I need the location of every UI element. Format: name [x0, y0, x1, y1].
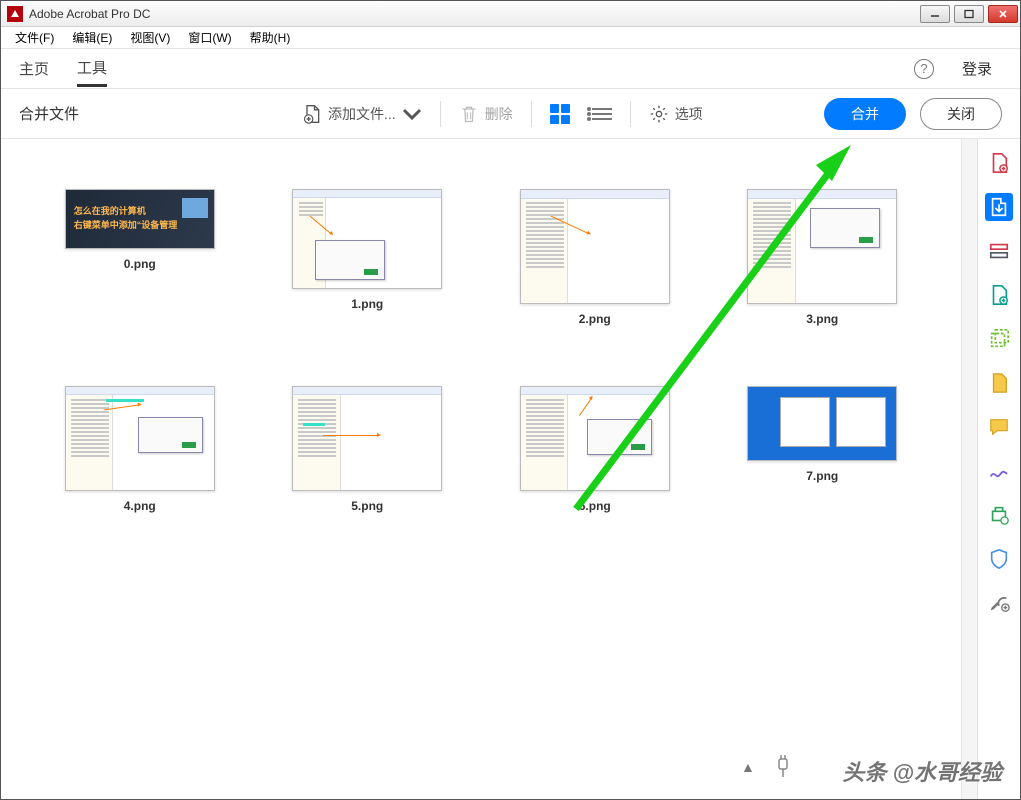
watermark: 头条 @水哥经验 — [842, 755, 1002, 787]
thumb0-text1: 怎么在我的计算机 — [74, 204, 146, 218]
file-label: 7.png — [806, 469, 838, 483]
help-icon[interactable]: ? — [914, 59, 934, 79]
tool-print-production[interactable] — [985, 501, 1013, 529]
thumbnails-pane: 怎么在我的计算机 右键菜单中添加“设备管理 0.png 1.png — [1, 139, 962, 799]
menu-view[interactable]: 视图(V) — [122, 27, 178, 48]
main-area: 怎么在我的计算机 右键菜单中添加“设备管理 0.png 1.png — [1, 139, 1020, 799]
menu-bar: 文件(F) 编辑(E) 视图(V) 窗口(W) 帮助(H) — [1, 27, 1020, 49]
login-button[interactable]: 登录 — [962, 58, 992, 79]
menu-help[interactable]: 帮助(H) — [242, 27, 299, 48]
window-title: Adobe Acrobat Pro DC — [29, 7, 150, 21]
cloud-status-icon: ▲ — [741, 759, 755, 775]
file-label: 2.png — [579, 312, 611, 326]
tool-pdf-standards[interactable] — [985, 369, 1013, 397]
file-label: 0.png — [124, 257, 156, 271]
file-label: 6.png — [579, 499, 611, 513]
chevron-down-icon — [402, 104, 422, 124]
menu-window[interactable]: 窗口(W) — [180, 27, 239, 48]
file-label: 3.png — [806, 312, 838, 326]
minimize-button[interactable] — [920, 5, 950, 23]
add-file-icon — [302, 104, 322, 124]
combine-toolbar: 合并文件 添加文件... 删除 选项 合并 关闭 — [1, 89, 1020, 139]
thumb0-text2: 右键菜单中添加“设备管理 — [74, 218, 178, 232]
maximize-button[interactable] — [954, 5, 984, 23]
close-button[interactable]: 关闭 — [920, 98, 1002, 130]
delete-button[interactable]: 删除 — [451, 98, 521, 130]
add-files-button[interactable]: 添加文件... — [294, 98, 430, 130]
tool-organize-pages[interactable] — [985, 237, 1013, 265]
list-view-button[interactable] — [578, 102, 620, 126]
file-thumb-6[interactable]: 6.png — [486, 386, 704, 513]
tool-edit-pdf[interactable] — [985, 325, 1013, 353]
tool-combine-files[interactable] — [985, 193, 1013, 221]
app-icon — [7, 6, 23, 22]
file-thumb-3[interactable]: 3.png — [714, 189, 932, 326]
gear-icon — [649, 104, 669, 124]
list-view-icon — [592, 108, 612, 120]
file-thumb-5[interactable]: 5.png — [259, 386, 477, 513]
add-files-label: 添加文件... — [328, 104, 396, 124]
trash-icon — [459, 104, 479, 124]
tool-protect[interactable] — [985, 545, 1013, 573]
tool-comment[interactable] — [985, 413, 1013, 441]
toolbar-title: 合并文件 — [19, 103, 79, 124]
menu-edit[interactable]: 编辑(E) — [64, 27, 120, 48]
file-label: 5.png — [351, 499, 383, 513]
file-label: 1.png — [351, 297, 383, 311]
nav-bar: 主页 工具 ? 登录 — [1, 49, 1020, 89]
nav-home[interactable]: 主页 — [19, 52, 49, 85]
close-window-button[interactable] — [988, 5, 1018, 23]
tool-fill-sign[interactable] — [985, 457, 1013, 485]
tool-export-pdf[interactable] — [985, 281, 1013, 309]
file-thumb-0[interactable]: 怎么在我的计算机 右键菜单中添加“设备管理 0.png — [31, 189, 249, 326]
file-thumb-1[interactable]: 1.png — [259, 189, 477, 326]
grid-view-icon — [550, 104, 570, 124]
file-thumb-2[interactable]: 2.png — [486, 189, 704, 326]
nav-tools[interactable]: 工具 — [77, 51, 107, 87]
file-label: 4.png — [124, 499, 156, 513]
right-tool-rail — [978, 139, 1020, 799]
file-thumb-4[interactable]: 4.png — [31, 386, 249, 513]
file-thumb-7[interactable]: 7.png — [714, 386, 932, 513]
options-label: 选项 — [675, 104, 703, 124]
grid-view-button[interactable] — [542, 98, 578, 130]
title-bar: Adobe Acrobat Pro DC — [1, 1, 1020, 27]
tool-create-pdf[interactable] — [985, 149, 1013, 177]
menu-file[interactable]: 文件(F) — [7, 27, 62, 48]
connection-icon — [773, 755, 793, 779]
combine-button[interactable]: 合并 — [824, 98, 906, 130]
delete-label: 删除 — [485, 104, 513, 124]
tool-more[interactable] — [985, 589, 1013, 617]
options-button[interactable]: 选项 — [641, 98, 711, 130]
vertical-scrollbar[interactable] — [962, 139, 978, 799]
